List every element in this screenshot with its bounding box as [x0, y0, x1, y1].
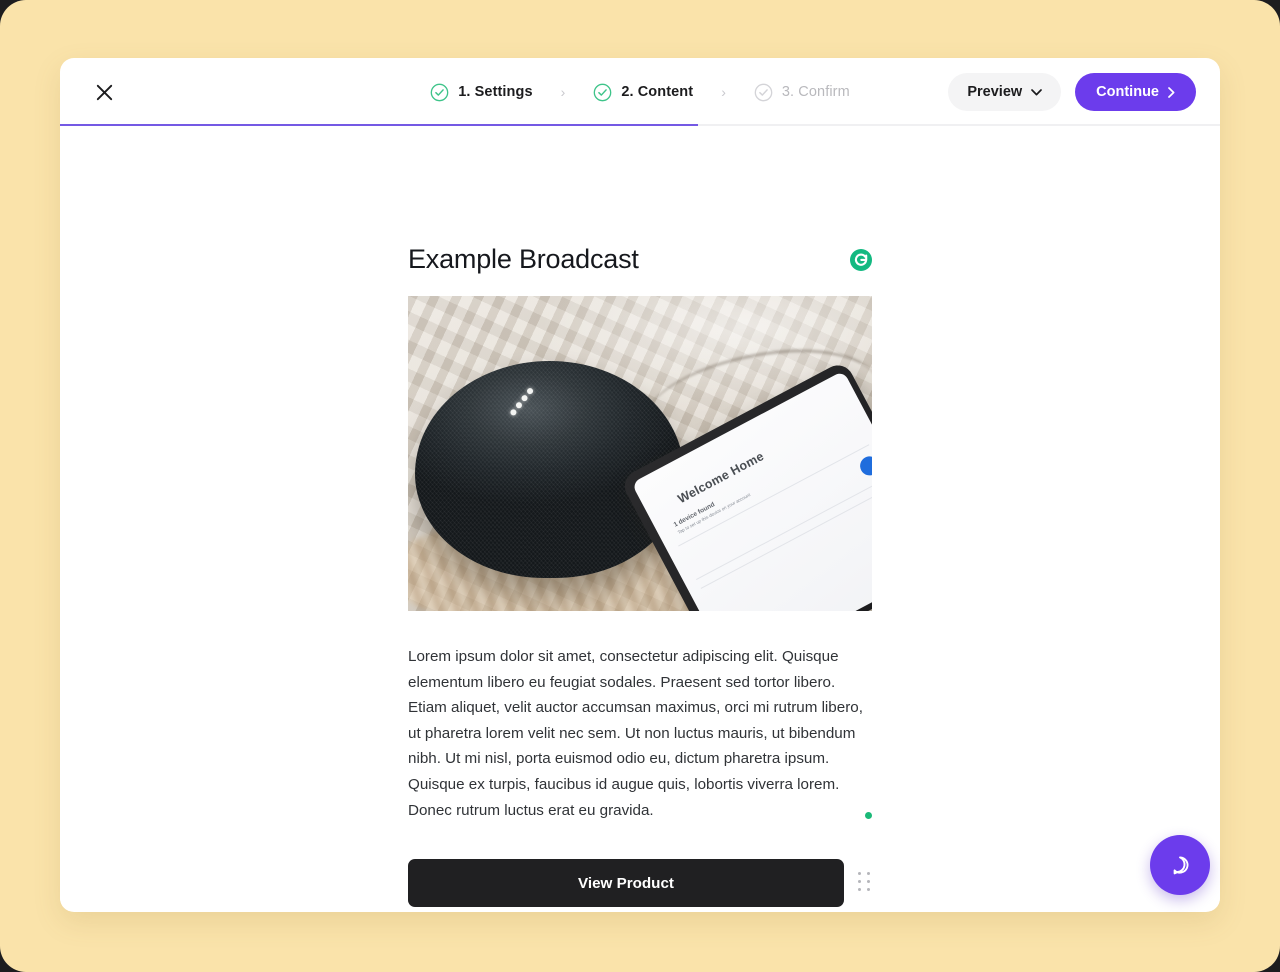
chat-bubble-icon [1173, 856, 1189, 875]
check-circle-icon [430, 83, 449, 101]
refresh-circle-icon[interactable] [850, 248, 872, 271]
check-circle-icon [754, 83, 773, 101]
continue-button-label: Continue [1096, 84, 1159, 100]
preview-button-label: Preview [967, 84, 1023, 100]
step-confirm[interactable]: 3. Confirm [748, 79, 856, 106]
page-root: 1. Settings › 2. Content › 3. Confirm Pr… [0, 0, 1280, 972]
check-circle-icon [593, 83, 612, 101]
chevron-right-icon [1168, 86, 1175, 98]
step-confirm-label: 3. Confirm [781, 84, 850, 100]
preview-button[interactable]: Preview [948, 73, 1062, 111]
view-product-button[interactable]: View Product [408, 859, 844, 908]
drag-dots-icon[interactable] [858, 872, 872, 894]
continue-button[interactable]: Continue [1075, 73, 1196, 111]
broadcast-preview-column: Example Broadcast Welcome Home 1 device … [408, 244, 872, 908]
title-row: Example Broadcast [408, 244, 872, 275]
step-content[interactable]: 2. Content [587, 79, 699, 106]
step-separator-2: › [721, 84, 726, 100]
wizard-header: 1. Settings › 2. Content › 3. Confirm Pr… [60, 58, 1220, 127]
help-widget-button[interactable] [1150, 835, 1210, 895]
broadcast-body-text: Lorem ipsum dolor sit amet, consectetur … [408, 644, 872, 823]
step-settings-label: 1. Settings [458, 84, 533, 100]
hero-image[interactable]: Welcome Home 1 device found Tap to set u… [408, 296, 872, 611]
chevron-down-icon [1031, 88, 1043, 95]
step-content-label: 2. Content [621, 84, 694, 100]
page-title: Example Broadcast [408, 244, 639, 274]
wizard-body: Example Broadcast Welcome Home 1 device … [60, 126, 1220, 911]
close-icon [96, 84, 112, 100]
header-actions: Preview Continue [948, 73, 1196, 111]
close-button[interactable] [86, 74, 122, 110]
wizard-card: 1. Settings › 2. Content › 3. Confirm Pr… [60, 58, 1220, 912]
step-settings[interactable]: 1. Settings [424, 79, 538, 106]
status-dot [865, 812, 872, 820]
cta-row: View Product [408, 859, 872, 908]
broadcast-body-paragraph: Lorem ipsum dolor sit amet, consectetur … [408, 648, 863, 819]
hero-phone-badge-round [856, 453, 872, 479]
step-separator-1: › [560, 84, 566, 100]
